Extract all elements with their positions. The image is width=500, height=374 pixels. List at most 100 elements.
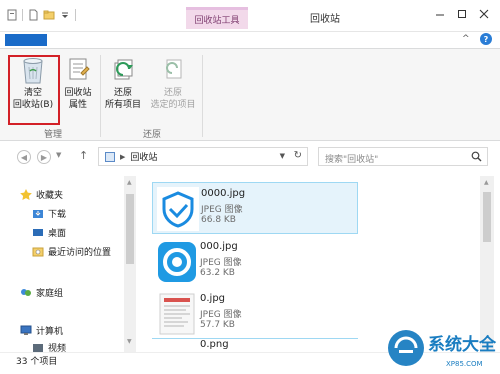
nav-recent-label: 最近访问的位置 [48, 248, 112, 258]
nav-downloads[interactable]: 下载 [32, 207, 66, 220]
scrollbar-thumb[interactable] [483, 192, 491, 242]
recycle-bin-tools-tab[interactable]: 回收站工具 [186, 7, 248, 29]
refresh-icon[interactable]: ↻ [294, 150, 302, 161]
file-size: 63.2 KB [200, 268, 235, 278]
restore-selected-items-button[interactable]: 还原 选定的项目 [148, 55, 198, 111]
qat-divider [75, 9, 76, 21]
title-bar: 回收站工具 回收站 [0, 0, 500, 32]
ribbon: 清空 回收站(B) 回收站 属性 还原 所有项目 还原 选定的项目 管理 还原 [0, 48, 500, 141]
restore-selected-label-line1: 还原 [163, 88, 182, 98]
recent-places-icon [32, 247, 44, 257]
file-type: JPEG 图像 [200, 258, 242, 268]
file-item[interactable]: 0.png [152, 338, 358, 352]
nav-favorites-label: 收藏夹 [36, 191, 64, 201]
customize-dropdown-icon[interactable] [59, 9, 71, 21]
search-input[interactable]: 搜索"回收站" [318, 147, 488, 166]
properties-icon[interactable] [6, 9, 18, 21]
minimize-button[interactable] [430, 6, 450, 22]
qat-divider [22, 9, 23, 21]
restore-all-icon [114, 59, 133, 80]
file-item[interactable]: 0000.jpg JPEG 图像 66.8 KB [152, 182, 358, 234]
highlight-box [8, 55, 60, 125]
nav-videos-label: 视频 [48, 343, 67, 353]
props-label-line2: 属性 [68, 100, 87, 110]
watermark-text: 系统大全 [428, 334, 497, 355]
file-type: JPEG 图像 [200, 310, 242, 320]
ribbon-group-divider [202, 55, 203, 137]
nav-favorites[interactable]: 收藏夹 [20, 188, 63, 201]
nav-desktop-label: 桌面 [48, 229, 67, 239]
desktop-icon [33, 229, 43, 236]
quick-access-toolbar [6, 9, 76, 21]
address-dropdown-icon[interactable]: ▼ [280, 152, 285, 160]
help-icon[interactable]: ? [480, 33, 492, 45]
nav-videos[interactable]: 视频 [32, 342, 66, 352]
nav-computer-label: 计算机 [36, 327, 64, 337]
computer-icon [20, 325, 32, 335]
new-folder-icon[interactable] [43, 9, 55, 21]
up-button[interactable]: ↑ [79, 149, 88, 162]
watermark-url: XP85.COM [446, 360, 483, 368]
recycle-bin-small-icon [105, 151, 115, 162]
file-tab[interactable] [5, 34, 47, 46]
nav-homegroup[interactable]: 家庭组 [20, 286, 63, 299]
properties-icon [69, 58, 90, 80]
star-icon [20, 189, 32, 200]
navigation-bar: ◀ ▶ ▼ ↑ ▶ 回收站 ▼ ↻ 搜索"回收站" [0, 141, 500, 171]
props-label-line1: 回收站 [64, 88, 92, 98]
restore-selected-icon [166, 59, 182, 79]
maximize-button[interactable] [452, 6, 472, 22]
recent-locations-icon[interactable]: ▼ [56, 151, 61, 159]
close-button[interactable] [474, 6, 494, 22]
file-size: 66.8 KB [201, 215, 236, 225]
file-item[interactable]: 0.jpg JPEG 图像 57.7 KB [152, 288, 358, 340]
maximize-icon [458, 10, 466, 18]
site-logo-icon: 系统大全 XP85.COM [388, 330, 497, 368]
file-item[interactable]: 000.jpg JPEG 图像 63.2 KB [152, 236, 358, 288]
group-label-restore: 还原 [142, 130, 161, 140]
file-thumbnail [158, 242, 196, 282]
search-icon [471, 151, 482, 162]
ribbon-group-divider [100, 55, 101, 137]
item-count: 33 个项目 [16, 357, 58, 367]
downloads-icon [33, 210, 43, 218]
group-label-manage: 管理 [43, 130, 62, 140]
breadcrumb-chevron-icon[interactable]: ▶ [120, 153, 125, 161]
nav-downloads-label: 下载 [48, 210, 67, 220]
scroll-up-icon[interactable]: ▲ [484, 179, 489, 186]
address-bar[interactable]: ▶ 回收站 ▼ ↻ [98, 147, 308, 166]
nav-computer[interactable]: 计算机 [20, 324, 63, 337]
navigation-pane: 收藏夹 下载 桌面 最近访问的位置 家庭组 计算机 视频 [0, 176, 138, 352]
restore-all-label-line1: 还原 [113, 88, 132, 98]
scrollbar-thumb[interactable] [126, 194, 134, 264]
forward-button[interactable]: ▶ [37, 150, 51, 164]
file-name: 0.jpg [200, 293, 226, 304]
file-size: 57.7 KB [200, 320, 235, 330]
file-thumbnail [157, 187, 199, 231]
videos-icon [33, 343, 43, 352]
file-type: JPEG 图像 [201, 205, 243, 215]
breadcrumb-recycle-bin[interactable]: 回收站 [130, 150, 157, 163]
nav-desktop[interactable]: 桌面 [32, 226, 66, 239]
search-placeholder: 搜索"回收站" [325, 155, 379, 165]
restore-all-label-line2: 所有项目 [104, 100, 141, 110]
file-thumbnail [159, 293, 195, 335]
scroll-down-icon[interactable]: ▼ [127, 338, 132, 345]
homegroup-icon [21, 289, 31, 296]
scroll-up-icon[interactable]: ▲ [127, 179, 132, 186]
recycle-bin-properties-button[interactable]: 回收站 属性 [58, 55, 98, 111]
collapse-ribbon-icon[interactable]: ^ [462, 34, 470, 44]
watermark-logo: 系统大全 XP85.COM [384, 318, 500, 374]
file-name: 0.png [200, 339, 229, 350]
restore-selected-label-line2: 选定的项目 [150, 100, 196, 110]
minimize-icon [436, 14, 444, 16]
navigation-scrollbar[interactable]: ▲ ▼ [124, 176, 136, 352]
new-file-icon[interactable] [27, 9, 39, 21]
restore-all-items-button[interactable]: 还原 所有项目 [100, 55, 146, 111]
ribbon-tab-row: ^ ? [0, 32, 500, 48]
nav-recent[interactable]: 最近访问的位置 [32, 245, 111, 258]
close-icon [479, 9, 489, 19]
window-title: 回收站 [310, 14, 340, 25]
file-name: 0000.jpg [201, 188, 246, 199]
back-button[interactable]: ◀ [17, 150, 31, 164]
